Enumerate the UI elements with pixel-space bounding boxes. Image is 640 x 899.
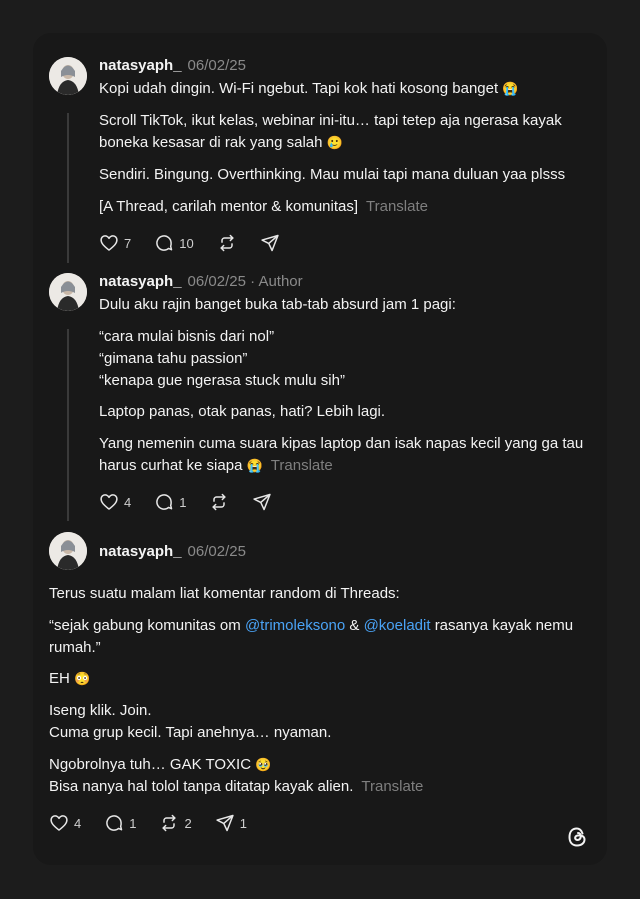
reply-count: 10 [179, 235, 194, 251]
post-header: natasyaph_ 06/02/25 [99, 543, 246, 560]
emoji: 😭 [246, 458, 263, 473]
paragraph: Kopi udah dingin. Wi-Fi ngebut. Tapi kok… [99, 80, 499, 97]
post-text: Iseng klik. Join. Cuma grup kecil. Tapi … [49, 702, 332, 741]
post-text: “sejak gabung komunitas om @trimoleksono… [49, 615, 591, 659]
repost-button[interactable]: 2 [159, 813, 192, 833]
share-button[interactable] [260, 233, 280, 253]
post-date[interactable]: 06/02/25 [188, 543, 246, 560]
post-text: Sendiri. Bingung. Overthinking. Mau mula… [99, 166, 566, 183]
post-text: Ngobrolnya tuh… GAK TOXIC 🥹 [49, 754, 591, 776]
heart-icon [100, 235, 118, 251]
repost-button[interactable] [209, 492, 229, 512]
post-text: EH 😳 [49, 668, 591, 690]
translate-link[interactable]: Translate [366, 198, 428, 215]
reply-button[interactable]: 10 [154, 233, 194, 253]
post-text: Scroll TikTok, ikut kelas, webinar ini-i… [99, 110, 591, 154]
translate-link[interactable]: Translate [271, 457, 333, 474]
avatar[interactable] [49, 57, 87, 95]
username[interactable]: natasyaph_ [99, 543, 182, 560]
share-icon [216, 814, 234, 832]
username[interactable]: natasyaph_ [99, 273, 182, 290]
post-date[interactable]: 06/02/25 [188, 273, 246, 290]
thread-line [67, 113, 69, 263]
post-actions: 4 1 [99, 492, 295, 512]
post-header: natasyaph_ 06/02/25 [99, 57, 246, 74]
conjunction: & [349, 617, 360, 634]
like-button[interactable]: 7 [99, 233, 131, 253]
comment-icon [156, 235, 173, 251]
avatar[interactable] [49, 273, 87, 311]
comment-icon [156, 494, 173, 510]
like-button[interactable]: 4 [99, 492, 131, 512]
reply-button[interactable]: 1 [104, 813, 136, 833]
post-text: Dulu aku rajin banget buka tab-tab absur… [99, 296, 456, 313]
heart-icon [50, 815, 68, 831]
emoji: 🥲 [326, 135, 343, 150]
like-button[interactable]: 4 [49, 813, 81, 833]
share-icon [261, 234, 279, 252]
post-text: Bisa nanya hal tolol tanpa ditatap kayak… [49, 776, 591, 798]
emoji: 🥹 [255, 757, 272, 772]
post-date[interactable]: 06/02/25 [188, 57, 246, 74]
post-actions: 7 10 [99, 233, 303, 253]
post-text: Laptop panas, otak panas, hati? Lebih la… [99, 403, 386, 420]
repost-button[interactable] [217, 233, 237, 253]
mention-link[interactable]: @trimoleksono [245, 617, 345, 634]
post-text: Yang nemenin cuma suara kipas laptop dan… [99, 433, 591, 477]
like-count: 4 [74, 815, 82, 831]
paragraph: Bisa nanya hal tolol tanpa ditatap kayak… [49, 778, 354, 795]
post-header: natasyaph_ 06/02/25 · Author [99, 273, 303, 290]
paragraph: EH [49, 670, 70, 687]
share-count: 1 [239, 815, 247, 831]
repost-icon [220, 234, 234, 252]
share-button[interactable] [252, 492, 272, 512]
share-icon [253, 493, 272, 511]
mention-link[interactable]: @koeladit [364, 617, 431, 634]
repost-count: 2 [184, 815, 192, 831]
post-actions: 4 1 2 1 [49, 813, 270, 833]
post-text: Terus suatu malam liat komentar random d… [49, 585, 400, 602]
paragraph: Yang nemenin cuma suara kipas laptop dan… [99, 435, 584, 474]
share-button[interactable]: 1 [215, 813, 247, 833]
like-count: 7 [124, 235, 132, 251]
thread-card: natasyaph_ 06/02/25 Kopi udah dingin. Wi-… [33, 33, 607, 865]
like-count: 4 [124, 494, 132, 510]
post-text: [A Thread, carilah mentor & komunitas] Tr… [99, 196, 591, 218]
post-text: “cara mulai bisnis dari nol” “gimana tah… [99, 328, 345, 389]
paragraph: [A Thread, carilah mentor & komunitas] [99, 198, 359, 215]
threads-logo-icon [565, 825, 589, 849]
reply-count: 1 [129, 815, 137, 831]
reply-count: 1 [179, 494, 187, 510]
emoji: 😭 [502, 81, 519, 96]
avatar[interactable] [49, 532, 87, 570]
reply-button[interactable]: 1 [154, 492, 186, 512]
post-text: Kopi udah dingin. Wi-Fi ngebut. Tapi kok… [99, 78, 591, 100]
translate-link[interactable]: Translate [361, 778, 423, 795]
author-badge: · Author [250, 273, 303, 290]
thread-line [67, 329, 69, 521]
paragraph: Ngobrolnya tuh… GAK TOXIC [49, 756, 252, 773]
repost-icon [162, 814, 177, 832]
paragraph: “sejak gabung komunitas om [49, 617, 241, 634]
repost-icon [212, 493, 227, 511]
comment-icon [106, 815, 123, 831]
emoji: 😳 [74, 671, 91, 686]
heart-icon [100, 494, 118, 510]
username[interactable]: natasyaph_ [99, 57, 182, 74]
